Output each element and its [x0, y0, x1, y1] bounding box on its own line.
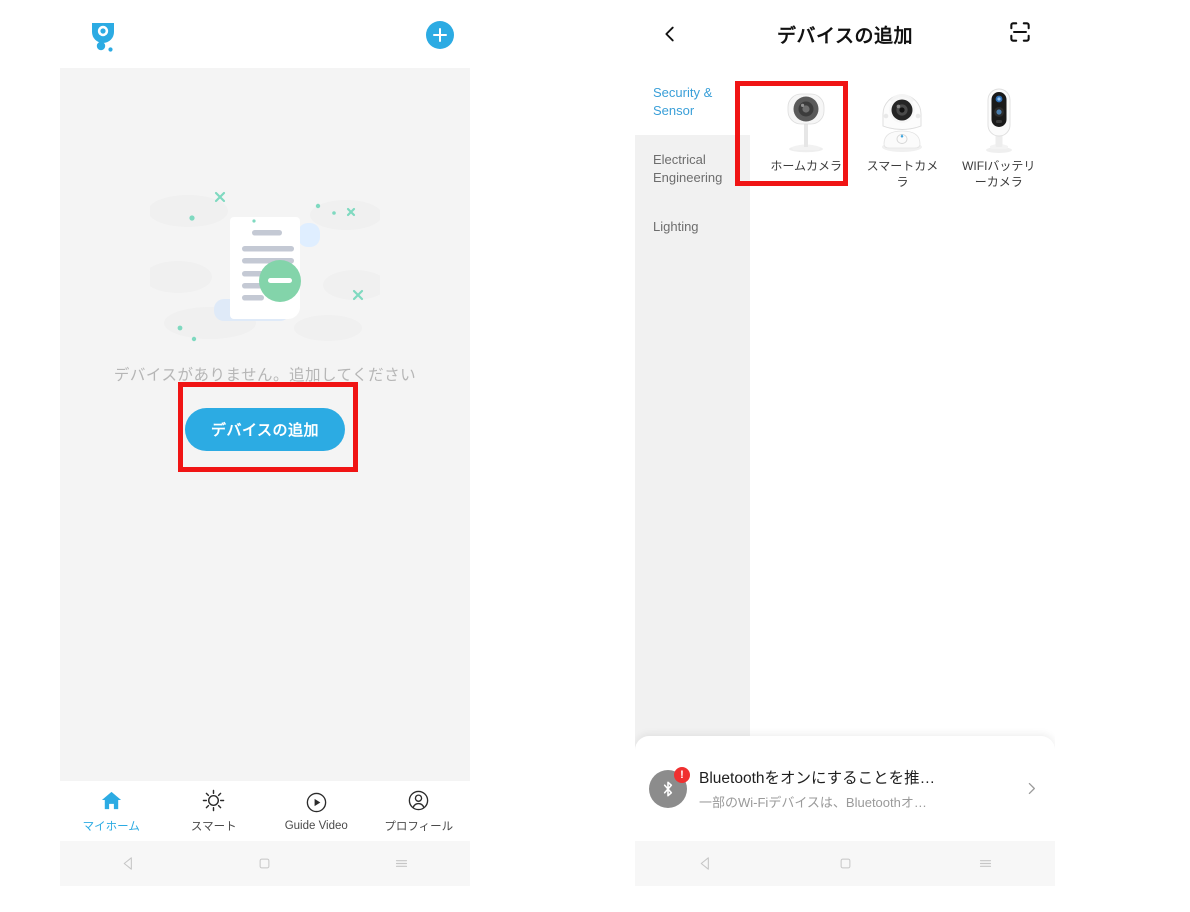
- qr-scan-icon[interactable]: [1007, 19, 1037, 49]
- tab-smart[interactable]: スマート: [163, 789, 266, 834]
- left-phone-screen: デバイスがありません。追加してください デバイスの追加 マイホーム スマート G…: [60, 0, 470, 886]
- category-rail: Security & Sensor Electrical Engineering…: [635, 68, 750, 841]
- category-item-electrical-engineering[interactable]: Electrical Engineering: [635, 135, 750, 202]
- bluetooth-icon-wrapper: !: [649, 766, 690, 808]
- android-home-icon[interactable]: [815, 856, 875, 871]
- android-home-icon[interactable]: [235, 856, 295, 871]
- device-card-home-camera[interactable]: ホームカメラ: [758, 82, 854, 198]
- empty-state-message: デバイスがありません。追加してください: [113, 367, 417, 384]
- category-item-lighting[interactable]: Lighting: [635, 202, 750, 252]
- home-icon: [100, 789, 123, 813]
- android-recents-icon[interactable]: [955, 855, 1015, 872]
- tab-label: プロフィール: [384, 820, 454, 833]
- play-circle-icon: [305, 791, 328, 815]
- left-empty-state-body: デバイスがありません。追加してください デバイスの追加: [60, 68, 470, 781]
- tab-label: Guide Video: [284, 819, 348, 832]
- device-label: ホームカメラ: [770, 159, 842, 173]
- category-item-security-sensor[interactable]: Security & Sensor: [635, 68, 750, 136]
- tab-guide-video[interactable]: Guide Video: [265, 791, 368, 832]
- tab-label: スマート: [190, 820, 237, 833]
- wifi-battery-camera-device-icon: [967, 86, 1031, 154]
- chevron-left-icon[interactable]: [653, 17, 687, 51]
- category-label: Electrical Engineering: [653, 152, 723, 185]
- add-device-header: デバイスの追加: [635, 0, 1055, 68]
- tab-label: マイホーム: [82, 820, 140, 833]
- alert-badge: !: [674, 766, 690, 783]
- bluetooth-banner[interactable]: ! Bluetoothをオンにすることを推… 一部のWi-Fiデバイスは、Blu…: [635, 736, 1055, 841]
- left-app-bar: [60, 0, 470, 68]
- page-title: デバイスの追加: [777, 25, 913, 47]
- device-label: スマートカメラ: [866, 159, 939, 190]
- category-label: Security & Sensor: [653, 85, 713, 118]
- android-back-icon[interactable]: [675, 855, 735, 872]
- left-android-system-nav: [60, 841, 470, 886]
- sun-icon: [202, 789, 225, 813]
- bluetooth-banner-texts: Bluetoothをオンにすることを推… 一部のWi-Fiデバイスは、Bluet…: [699, 766, 1021, 811]
- add-device-content: Security & Sensor Electrical Engineering…: [635, 68, 1055, 841]
- device-card-smart-camera[interactable]: スマートカメラ: [854, 82, 950, 198]
- device-label: WIFIバッテリーカメラ: [962, 159, 1036, 190]
- bottom-tab-bar: マイホーム スマート Guide Video プロフィール: [60, 781, 470, 841]
- empty-document-illustration-icon: [144, 173, 387, 348]
- right-phone-screen: デバイスの追加 Security & Sensor Electrical Eng…: [635, 0, 1055, 886]
- add-device-button[interactable]: デバイスの追加: [184, 408, 346, 451]
- android-back-icon[interactable]: [98, 855, 158, 872]
- bluetooth-banner-subtitle: 一部のWi-Fiデバイスは、Bluetoothオ…: [699, 795, 927, 810]
- right-android-system-nav: [635, 841, 1055, 886]
- bluetooth-banner-title: Bluetoothをオンにすることを推…: [699, 770, 936, 787]
- pan-tilt-camera-device-icon: [870, 86, 934, 154]
- add-device-plus-button[interactable]: [426, 21, 454, 49]
- device-grid: ホームカメラ スマートカメラ WIFIバッテリーカメラ: [750, 68, 1055, 841]
- category-label: Lighting: [653, 219, 699, 235]
- tab-my-home[interactable]: マイホーム: [60, 789, 163, 834]
- tab-profile[interactable]: プロフィール: [368, 789, 471, 834]
- person-circle-icon: [407, 789, 430, 813]
- chevron-right-icon[interactable]: [1021, 780, 1041, 797]
- android-recents-icon[interactable]: [372, 855, 432, 872]
- device-card-wifi-battery-camera[interactable]: WIFIバッテリーカメラ: [951, 82, 1047, 198]
- app-logo-shield-camera-icon: [88, 20, 118, 52]
- screenshot-canvas: デバイスがありません。追加してください デバイスの追加 マイホーム スマート G…: [0, 0, 1190, 912]
- home-camera-device-icon: [774, 86, 838, 154]
